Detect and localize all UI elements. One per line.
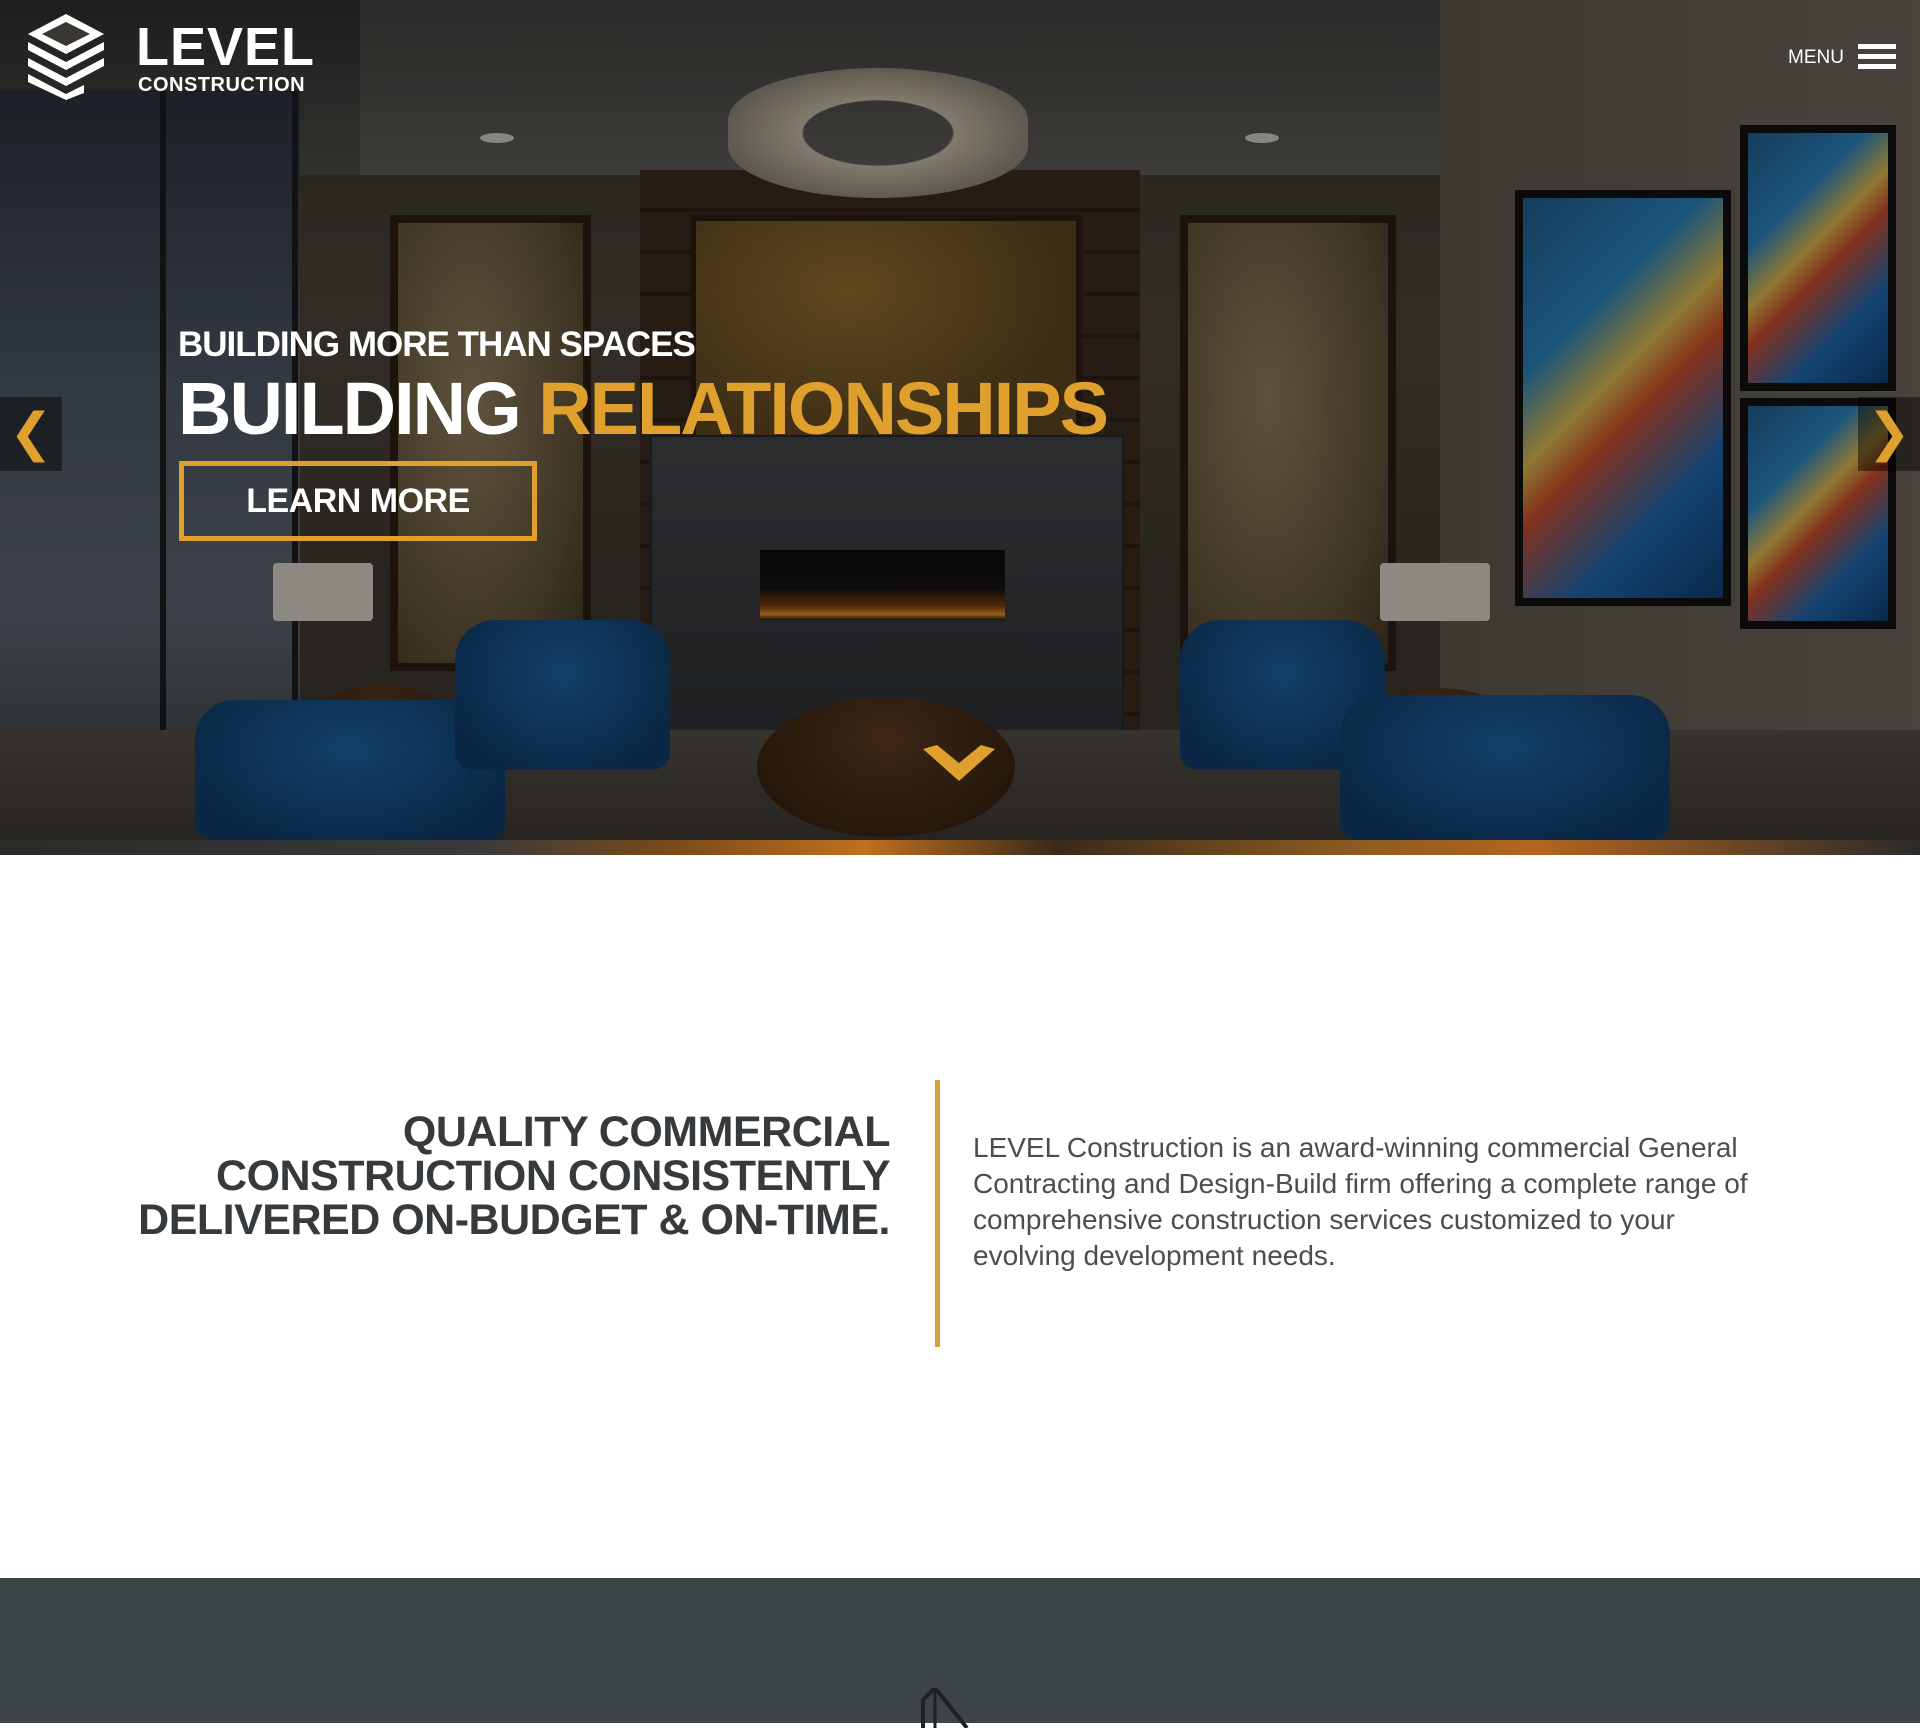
hero-bottom-strip <box>0 840 1920 855</box>
hero-slider: LEVEL CONSTRUCTION MENU BUILDING MORE TH… <box>0 0 1920 855</box>
hero-headline: BUILDING RELATIONSHIPS <box>178 367 1109 450</box>
slider-prev-arrow[interactable]: ❮ <box>0 397 62 471</box>
dark-section <box>0 1578 1920 1728</box>
hero-kicker: BUILDING MORE THAN SPACES <box>178 325 696 364</box>
logo-wordmark: LEVEL <box>136 17 316 77</box>
intro-heading: QUALITY COMMERCIAL CONSTRUCTION CONSISTE… <box>138 1108 890 1244</box>
intro-section: QUALITY COMMERCIAL CONSTRUCTION CONSISTE… <box>0 855 1920 1578</box>
site-logo[interactable]: LEVEL CONSTRUCTION <box>26 12 316 102</box>
hamburger-icon <box>1858 44 1896 70</box>
logo-subtitle: CONSTRUCTION <box>138 74 306 96</box>
hero-caption: BUILDING MORE THAN SPACES BUILDING RELAT… <box>178 325 1109 450</box>
slider-next-arrow[interactable]: ❯ <box>1858 397 1920 471</box>
hero-headline-word-1: BUILDING <box>178 367 522 450</box>
menu-button[interactable]: MENU <box>1766 40 1896 76</box>
intro-divider <box>935 1080 940 1347</box>
hero-headline-word-2: RELATIONSHIPS <box>538 367 1109 450</box>
learn-more-button[interactable]: LEARN MORE <box>179 461 537 541</box>
logo-stack-icon <box>28 14 104 100</box>
building-icon <box>921 1688 969 1728</box>
menu-label: MENU <box>1788 47 1844 68</box>
chevron-down-icon[interactable] <box>923 745 995 785</box>
intro-body: LEVEL Construction is an award-winning c… <box>973 1132 1748 1271</box>
